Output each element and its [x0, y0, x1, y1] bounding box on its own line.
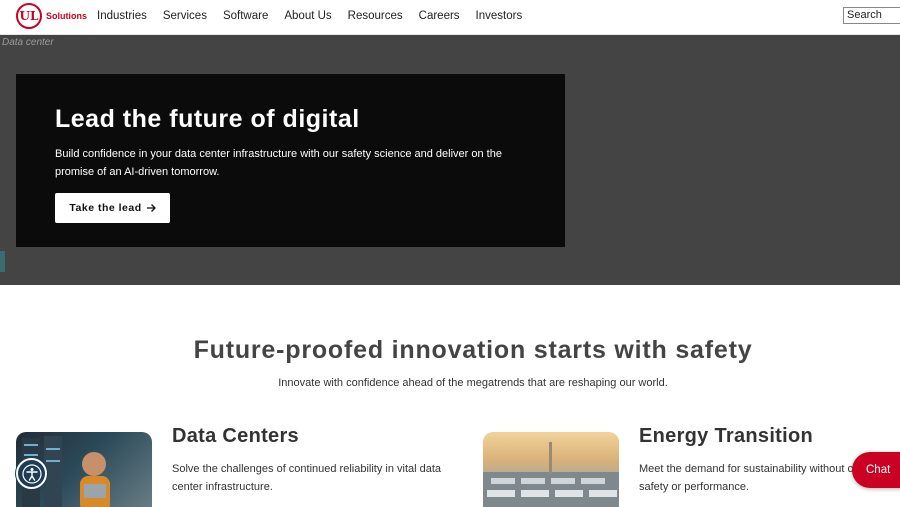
search-input[interactable]: Search [843, 7, 900, 24]
data-centers-description: Solve the challenges of continued reliab… [172, 463, 442, 493]
nav-about-us[interactable]: About Us [284, 10, 331, 22]
energy-transition-image[interactable] [483, 432, 619, 507]
arrow-right-icon [146, 204, 156, 212]
hero-image-alt-text: Data center [2, 37, 54, 48]
ul-logo-mark: UL [16, 3, 42, 29]
main-nav: Industries Services Software About Us Re… [97, 10, 538, 22]
side-feedback-tab[interactable] [0, 251, 5, 272]
energy-transition-title[interactable]: Energy Transition [639, 425, 813, 448]
take-the-lead-button[interactable]: Take the lead [55, 193, 170, 223]
hero-banner: Data center Lead the future of digital B… [0, 35, 900, 285]
accessibility-icon [21, 463, 42, 484]
accessibility-button[interactable] [16, 458, 47, 489]
solar-farm-illustration [483, 442, 619, 507]
hero-description: Build confidence in your data center inf… [55, 148, 502, 178]
nav-services[interactable]: Services [163, 10, 207, 22]
nav-software[interactable]: Software [223, 10, 268, 22]
nav-careers[interactable]: Careers [419, 10, 460, 22]
chat-button[interactable]: Chat [852, 452, 900, 488]
nav-industries[interactable]: Industries [97, 10, 147, 22]
section-subtitle: Innovate with confidence ahead of the me… [278, 377, 668, 389]
hero-card: Lead the future of digital Build confide… [16, 74, 565, 247]
ul-solutions-logo[interactable]: UL Solutions [16, 3, 87, 29]
hero-title: Lead the future of digital [55, 105, 360, 133]
logo-text: Solutions [46, 11, 87, 21]
take-the-lead-label: Take the lead [69, 202, 142, 214]
nav-resources[interactable]: Resources [348, 10, 403, 22]
data-centers-title[interactable]: Data Centers [172, 425, 299, 448]
site-header: UL Solutions Industries Services Softwar… [0, 0, 900, 35]
section-title: Future-proofed innovation starts with sa… [193, 336, 753, 364]
nav-investors[interactable]: Investors [476, 10, 523, 22]
